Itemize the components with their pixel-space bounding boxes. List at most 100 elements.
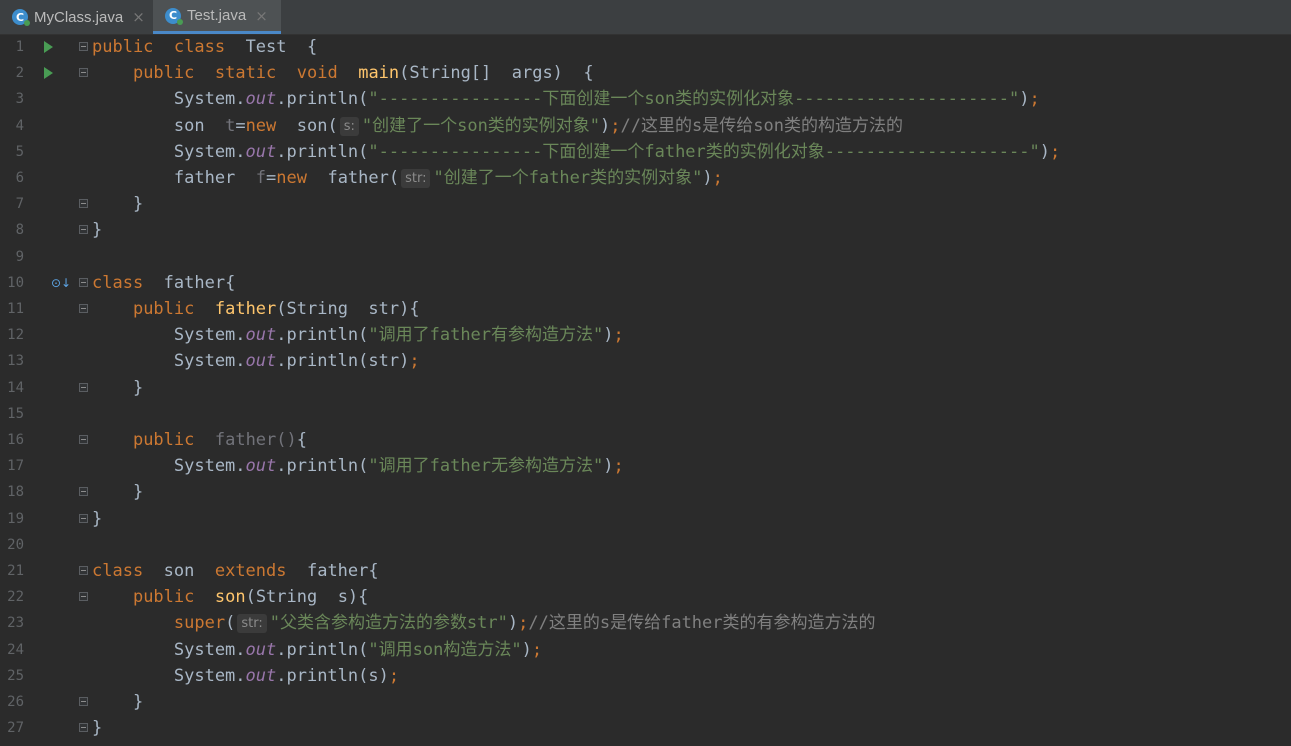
code-token: main bbox=[358, 63, 400, 84]
run-icon[interactable] bbox=[44, 67, 53, 80]
code-token: father bbox=[214, 430, 277, 450]
code-token: super bbox=[173, 613, 226, 634]
code-token: //这里的s是传给father类的有参构造方法的 bbox=[528, 613, 876, 634]
code-token: "----------------下面创建一个son类的实例化对象-------… bbox=[368, 89, 1020, 110]
fold-icon[interactable] bbox=[79, 382, 88, 392]
code-token: } bbox=[92, 508, 103, 529]
overridden-method-icon[interactable]: ⊙↓ bbox=[51, 276, 71, 290]
code-text: System.out.println("调用son构造方法"); bbox=[92, 637, 542, 663]
fold-icon[interactable] bbox=[79, 68, 88, 78]
code-line[interactable]: 8} bbox=[0, 217, 1291, 243]
tab-label: MyClass.java bbox=[34, 8, 124, 26]
tab-test-java[interactable]: C Test.java × bbox=[153, 0, 281, 34]
code-text: } bbox=[92, 217, 102, 243]
line-number: 22 bbox=[7, 589, 24, 606]
code-token: "创建了一个father类的实例对象" bbox=[433, 168, 703, 188]
code-token: out bbox=[245, 456, 277, 477]
code-token: } bbox=[92, 377, 144, 398]
code-line[interactable]: 16 public father(){ bbox=[0, 427, 1291, 453]
code-token: class bbox=[92, 272, 144, 293]
code-line[interactable]: 9 bbox=[0, 244, 1291, 270]
code-line[interactable]: 19} bbox=[0, 506, 1291, 532]
code-token: f bbox=[255, 168, 267, 188]
code-line[interactable]: 1 public class Test { bbox=[0, 34, 1291, 60]
run-icon[interactable] bbox=[44, 41, 53, 53]
java-class-icon: C bbox=[165, 7, 183, 25]
code-token: } bbox=[92, 718, 103, 739]
code-line[interactable]: 7 } bbox=[0, 191, 1291, 217]
code-token: static bbox=[214, 63, 277, 84]
code-token: (String[] args) { bbox=[399, 63, 594, 84]
code-token: System. bbox=[92, 639, 246, 660]
code-line[interactable]: 5 System.out.println("----------------下面… bbox=[0, 139, 1291, 165]
fold-icon[interactable] bbox=[79, 42, 88, 51]
fold-icon[interactable] bbox=[79, 277, 88, 287]
code-line[interactable]: 12 System.out.println("调用了father有参构造方法")… bbox=[0, 322, 1291, 348]
code-token: .println( bbox=[276, 456, 369, 477]
close-icon[interactable]: × bbox=[132, 8, 145, 26]
code-line[interactable]: 15 bbox=[0, 401, 1291, 427]
fold-icon[interactable] bbox=[79, 723, 88, 733]
code-token: out bbox=[245, 665, 277, 686]
code-token: ) bbox=[603, 456, 614, 477]
code-line[interactable]: 4 son t=new son(s: "创建了一个son类的实例对象");//这里… bbox=[0, 113, 1291, 139]
code-line[interactable]: 11 public father(String str){ bbox=[0, 296, 1291, 322]
code-token: out bbox=[245, 351, 277, 372]
code-text: System.out.println("----------------下面创建… bbox=[92, 86, 1040, 112]
code-token: = bbox=[235, 115, 246, 136]
code-token: } bbox=[92, 220, 103, 241]
code-token: ; bbox=[1049, 141, 1061, 162]
code-token: .println( bbox=[276, 325, 369, 346]
fold-icon[interactable] bbox=[79, 697, 88, 706]
code-line[interactable]: 20 bbox=[0, 532, 1291, 558]
code-line[interactable]: 21 class son extends father{ bbox=[0, 558, 1291, 584]
fold-icon[interactable] bbox=[79, 487, 88, 497]
code-token: .println( bbox=[276, 89, 369, 110]
fold-icon[interactable] bbox=[79, 435, 88, 444]
code-token: out bbox=[245, 89, 277, 110]
code-token: ; bbox=[531, 639, 543, 660]
code-token: "调用了father有参构造方法" bbox=[368, 325, 604, 346]
code-editor[interactable]: 1 public class Test {2 public static void… bbox=[0, 34, 1291, 746]
fold-icon[interactable] bbox=[79, 304, 88, 313]
code-line[interactable]: 26 } bbox=[0, 689, 1291, 715]
code-line[interactable]: 23 super(str: "父类含参构造方法的参数str");//这里的s是传给… bbox=[0, 610, 1291, 636]
code-line[interactable]: 18 } bbox=[0, 479, 1291, 505]
fold-icon[interactable] bbox=[79, 513, 88, 523]
code-line[interactable]: 22 public son(String s){ bbox=[0, 584, 1291, 610]
code-token: ) bbox=[1039, 141, 1050, 162]
close-icon[interactable]: × bbox=[255, 7, 268, 25]
code-line[interactable]: 14 } bbox=[0, 375, 1291, 401]
fold-icon[interactable] bbox=[79, 199, 88, 209]
code-line[interactable]: 24 System.out.println("调用son构造方法"); bbox=[0, 637, 1291, 663]
code-token: .println( bbox=[276, 639, 369, 660]
code-token: new bbox=[276, 168, 307, 188]
code-line[interactable]: 2 public static void main(String[] args)… bbox=[0, 60, 1291, 86]
code-token: class bbox=[173, 37, 226, 57]
code-token: extends bbox=[214, 561, 287, 581]
code-token: public bbox=[132, 430, 195, 450]
code-line[interactable]: 27} bbox=[0, 715, 1291, 741]
code-line[interactable]: 25 System.out.println(s); bbox=[0, 663, 1291, 689]
code-token: ; bbox=[613, 456, 624, 477]
fold-icon[interactable] bbox=[79, 566, 88, 575]
tab-myclass-java[interactable]: C MyClass.java × bbox=[0, 0, 152, 34]
code-line[interactable]: 6 father f=new father(str: "创建了一个father类的… bbox=[0, 165, 1291, 191]
code-token: Test { bbox=[225, 37, 318, 57]
code-token: } bbox=[92, 194, 144, 215]
line-number: 11 bbox=[7, 301, 24, 317]
fold-icon[interactable] bbox=[79, 225, 88, 235]
code-text: } bbox=[92, 506, 102, 532]
code-line[interactable]: 3 System.out.println("----------------下面… bbox=[0, 86, 1291, 112]
code-line[interactable]: 17 System.out.println("调用了father无参构造方法")… bbox=[0, 453, 1291, 479]
code-token: = bbox=[266, 168, 277, 188]
fold-icon[interactable] bbox=[79, 592, 88, 602]
code-line[interactable]: 13 System.out.println(str); bbox=[0, 348, 1291, 374]
code-line[interactable]: 10 ⊙↓ class father{ bbox=[0, 270, 1291, 296]
code-token: t bbox=[225, 115, 236, 136]
line-number: 6 bbox=[15, 170, 24, 186]
